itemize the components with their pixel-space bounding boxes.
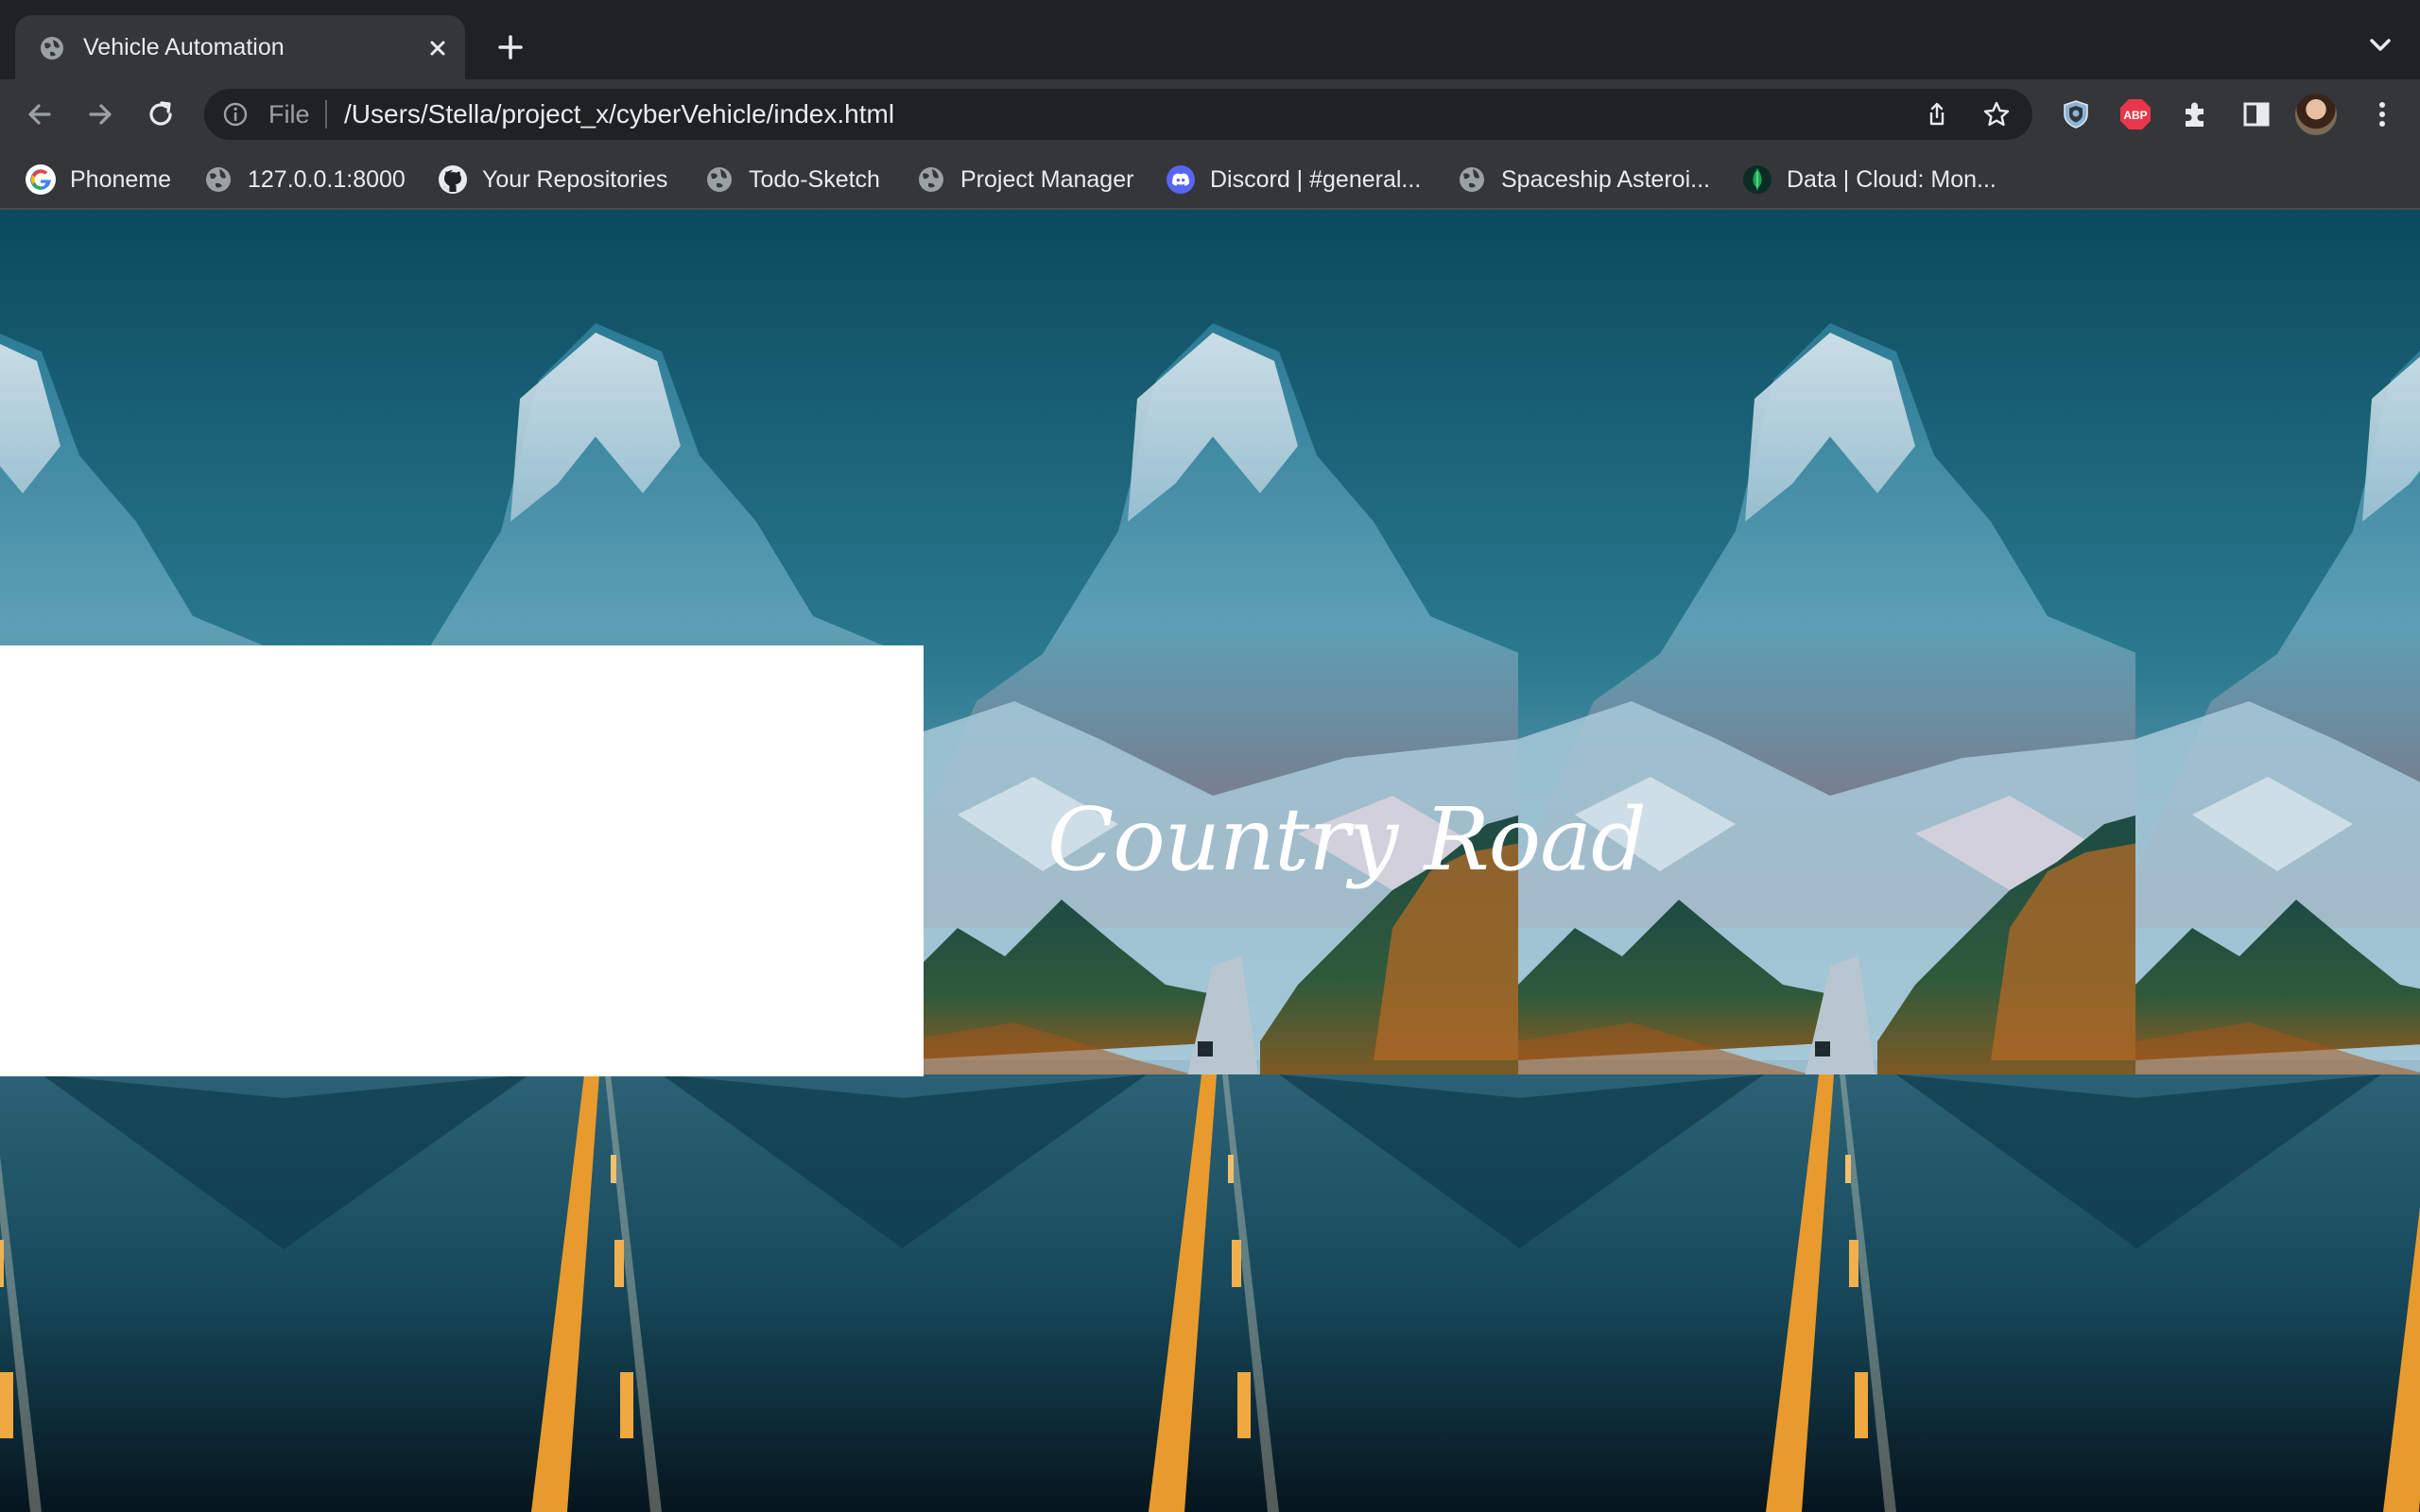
bookmark-label: Phoneme [70, 166, 172, 193]
landscape-image [2135, 210, 2420, 1512]
bookmark-project-manager[interactable]: Project Manager [915, 163, 1133, 197]
bookmark-your-repositories[interactable]: Your Repositories [437, 163, 667, 197]
new-tab-plus-icon[interactable] [492, 28, 529, 66]
hero-title: Country Road [1047, 789, 1647, 890]
bookmark-phoneme[interactable]: Phoneme [25, 163, 171, 197]
bookmark-spaceship-asteroids[interactable]: Spaceship Asteroi... [1456, 163, 1710, 197]
url-text[interactable]: /Users/Stella/project_x/cyberVehicle/ind… [344, 99, 894, 129]
puzzle-extensions-icon[interactable] [2177, 95, 2215, 133]
bookmark-discord[interactable]: Discord | #general... [1165, 163, 1421, 197]
bookmarks-bar: Phoneme 127.0.0.1:8000 Your Repositories… [0, 149, 2420, 210]
background-image-tile [2135, 210, 2420, 1512]
tab-strip: Vehicle Automation [0, 0, 2420, 79]
bookmark-label: Project Manager [960, 166, 1134, 193]
globe-icon [206, 167, 231, 192]
omnibox-divider [325, 100, 327, 129]
adblock-plus-icon[interactable]: ABP [2117, 95, 2154, 133]
bookmark-todo-sketch[interactable]: Todo-Sketch [703, 163, 880, 197]
bookmark-label: Todo-Sketch [749, 166, 880, 193]
blank-content-panel [0, 645, 924, 1076]
address-bar[interactable]: File /Users/Stella/project_x/cyberVehicl… [204, 89, 2032, 140]
url-scheme-label: File [268, 100, 310, 129]
close-tab-icon[interactable] [424, 34, 452, 62]
back-arrow-icon[interactable] [21, 95, 59, 133]
share-icon[interactable] [1923, 100, 1951, 129]
shield-extension-icon[interactable] [2057, 95, 2095, 133]
mongodb-leaf-icon [1743, 165, 1772, 194]
globe-icon [1460, 167, 1484, 192]
google-icon [26, 164, 56, 195]
bookmark-star-icon[interactable] [1981, 99, 2012, 129]
profile-avatar[interactable] [2295, 94, 2337, 135]
globe-icon [41, 37, 63, 60]
github-icon [439, 165, 467, 194]
bookmark-label: Data | Cloud: Mon... [1787, 166, 1996, 193]
info-icon[interactable] [221, 100, 250, 129]
globe-icon [919, 167, 943, 192]
chevron-down-icon[interactable] [2363, 32, 2397, 59]
forward-arrow-icon[interactable] [81, 95, 119, 133]
page-viewport: Country Road [0, 210, 2420, 1512]
bookmark-label: Your Repositories [482, 166, 668, 193]
bookmark-label: 127.0.0.1:8000 [248, 166, 406, 193]
bookmark-localhost[interactable]: 127.0.0.1:8000 [202, 163, 406, 197]
bookmark-mongodb-cloud[interactable]: Data | Cloud: Mon... [1741, 163, 1996, 197]
kebab-menu-icon[interactable] [2363, 95, 2401, 133]
reload-icon[interactable] [142, 95, 180, 133]
browser-toolbar: File /Users/Stella/project_x/cyberVehicl… [0, 79, 2420, 149]
browser-window: Vehicle Automation File /Users/Stella/pr… [0, 0, 2420, 1512]
tab-title: Vehicle Automation [83, 34, 285, 60]
discord-icon [1167, 165, 1195, 194]
globe-icon [707, 167, 732, 192]
abp-badge-text: ABP [2123, 109, 2147, 122]
side-panel-icon[interactable] [2238, 95, 2275, 133]
tab-active[interactable]: Vehicle Automation [15, 15, 465, 79]
bookmark-label: Spaceship Asteroi... [1501, 166, 1710, 193]
bookmark-label: Discord | #general... [1210, 166, 1422, 193]
